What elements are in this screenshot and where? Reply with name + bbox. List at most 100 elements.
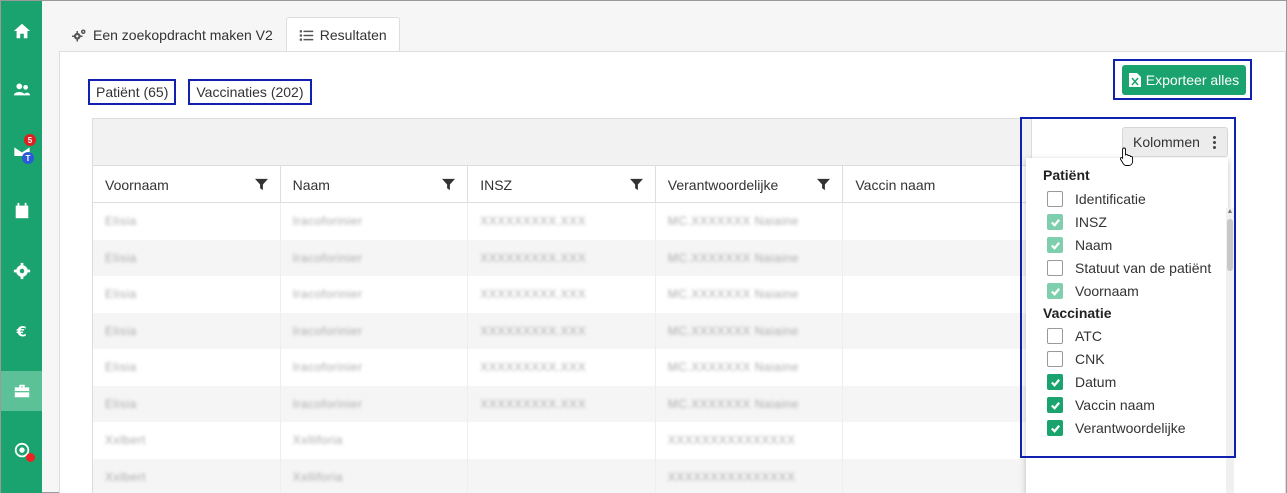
users-icon — [13, 83, 30, 96]
cell-value: XXXXXXXXXXXXXXX — [667, 469, 796, 484]
column-header-naam[interactable]: Naam — [281, 166, 469, 203]
table-cell: XXXXXXXXX.XXX — [468, 312, 656, 349]
column-header-vaccin-naam[interactable]: Vaccin naam — [843, 166, 1031, 203]
cell-value: Elisia — [105, 287, 137, 302]
sidebar-item-billing[interactable]: € — [1, 311, 42, 351]
table-row[interactable]: Elisia Iracoforinier XXXXXXXXX.XXX MC.XX… — [93, 203, 1031, 240]
table-cell: XXXXXXXXX.XXX — [468, 385, 656, 422]
cell-value: Xxlbert — [105, 469, 146, 484]
table-cell: MC.XXXXXXX Naiaine — [656, 239, 844, 276]
table-row[interactable]: Elisia Iracoforinier XXXXXXXXX.XXX MC.XX… — [93, 349, 1031, 386]
sidebar-item-settings[interactable] — [1, 251, 42, 291]
table-cell: Elisia — [93, 312, 281, 349]
table-cell — [843, 312, 1031, 349]
task-badge: T — [22, 152, 34, 164]
cell-value: Elisia — [105, 323, 137, 338]
column-label: INSZ — [480, 176, 513, 193]
cell-value: XXXXXXXXX.XXX — [480, 323, 587, 338]
filter-icon[interactable] — [442, 178, 456, 191]
cell-value: MC.XXXXXXX Naiaine — [667, 287, 799, 302]
cell-value: XXXXXXXXX.XXX — [480, 214, 587, 229]
export-all-button[interactable]: Exporteer alles — [1122, 65, 1246, 95]
cell-value: Elisia — [105, 250, 137, 265]
table-cell: XXXXXXXXX.XXX — [468, 239, 656, 276]
table-cell: MC.XXXXXXX Naiaine — [656, 276, 844, 313]
list-icon — [299, 29, 314, 41]
table-cell — [468, 458, 656, 493]
tab-results-label: Resultaten — [319, 27, 387, 43]
tab-vaccinations[interactable]: Vaccinaties (202) — [188, 79, 312, 105]
cell-value: Xxlliforia — [292, 433, 343, 448]
result-tabs: Patiënt (65) Vaccinaties (202) — [88, 79, 312, 105]
table-cell: XXXXXXXXX.XXX — [468, 203, 656, 240]
grid-toolbar — [93, 119, 1031, 166]
table-cell: Xxlbert — [93, 422, 281, 459]
calendar-icon — [15, 202, 28, 219]
filter-icon[interactable] — [254, 178, 268, 191]
cell-value: MC.XXXXXXX Naiaine — [667, 214, 799, 229]
table-row[interactable]: Xxlbert Xxlliforia XXXXXXXXXXXXXXX — [93, 458, 1031, 493]
table-cell: Elisia — [93, 276, 281, 313]
column-label: Vaccin naam — [855, 176, 936, 193]
grid-header: Voornaam Naam INSZ Verantwoordelijke Vac… — [93, 166, 1031, 203]
table-row[interactable]: Xxlbert Xxlliforia XXXXXXXXXXXXXXX — [93, 422, 1031, 459]
column-label: Voornaam — [105, 176, 169, 193]
table-cell: Iracoforinier — [281, 239, 469, 276]
cell-value: MC.XXXXXXX Naiaine — [667, 323, 799, 338]
table-cell — [843, 385, 1031, 422]
column-header-verantwoordelijke[interactable]: Verantwoordelijke — [656, 166, 844, 203]
table-cell: Iracoforinier — [281, 312, 469, 349]
tab-patient[interactable]: Patiënt (65) — [88, 79, 177, 105]
table-cell — [843, 458, 1031, 493]
cell-value: Iracoforinier — [292, 214, 363, 229]
tab-results[interactable]: Resultaten — [285, 17, 400, 52]
sidebar-item-users[interactable] — [1, 70, 42, 110]
column-header-insz[interactable]: INSZ — [468, 166, 656, 203]
briefcase-icon — [14, 384, 29, 398]
cell-value: MC.XXXXXXX Naiaine — [667, 396, 799, 411]
table-cell — [843, 203, 1031, 240]
cell-value: Iracoforinier — [292, 360, 363, 375]
table-cell: MC.XXXXXXX Naiaine — [656, 203, 844, 240]
home-icon — [13, 23, 30, 39]
table-cell — [843, 349, 1031, 386]
tab-vaccinations-label: Vaccinaties (202) — [196, 84, 304, 100]
column-label: Verantwoordelijke — [667, 176, 779, 193]
cell-value: Iracoforinier — [292, 323, 363, 338]
table-cell — [843, 276, 1031, 313]
table-cell: Elisia — [93, 203, 281, 240]
cell-value: XXXXXXXXX.XXX — [480, 360, 587, 375]
cell-value: Iracoforinier — [292, 250, 363, 265]
sidebar-item-support[interactable] — [1, 431, 42, 471]
table-cell: MC.XXXXXXX Naiaine — [656, 385, 844, 422]
results-grid: Voornaam Naam INSZ Verantwoordelijke Vac… — [92, 118, 1032, 493]
euro-icon: € — [15, 324, 26, 340]
table-cell: Xxlliforia — [281, 422, 469, 459]
table-row[interactable]: Elisia Iracoforinier XXXXXXXXX.XXX MC.XX… — [93, 312, 1031, 349]
table-row[interactable]: Elisia Iracoforinier XXXXXXXXX.XXX MC.XX… — [93, 276, 1031, 313]
gears-icon — [72, 29, 86, 41]
table-cell: Elisia — [93, 239, 281, 276]
table-cell: Elisia — [93, 385, 281, 422]
tab-create-search[interactable]: Een zoekopdracht maken V2 — [59, 17, 286, 52]
table-row[interactable]: Elisia Iracoforinier XXXXXXXXX.XXX MC.XX… — [93, 239, 1031, 276]
message-count-badge: 5 — [24, 134, 36, 146]
table-row[interactable]: Elisia Iracoforinier XXXXXXXXX.XXX MC.XX… — [93, 385, 1031, 422]
sidebar-item-home[interactable] — [1, 11, 42, 51]
svg-text:€: € — [15, 324, 26, 340]
sidebar-item-calendar[interactable] — [1, 191, 42, 231]
cell-value: XXXXXXXXX.XXX — [480, 287, 587, 302]
sidebar-item-messages[interactable]: 5 T — [1, 131, 42, 171]
table-cell: Xxlbert — [93, 458, 281, 493]
filter-icon[interactable] — [629, 178, 643, 191]
cell-value: XXXXXXXXX.XXX — [480, 250, 587, 265]
cell-value: Elisia — [105, 396, 137, 411]
cell-value: Xxlliforia — [292, 469, 343, 484]
sidebar-item-tools[interactable] — [1, 371, 42, 411]
export-all-label: Exporteer alles — [1145, 72, 1240, 88]
column-header-voornaam[interactable]: Voornaam — [93, 166, 281, 203]
table-cell: Iracoforinier — [281, 203, 469, 240]
table-cell: Iracoforinier — [281, 276, 469, 313]
cell-value: Elisia — [105, 214, 137, 229]
filter-icon[interactable] — [817, 178, 831, 191]
